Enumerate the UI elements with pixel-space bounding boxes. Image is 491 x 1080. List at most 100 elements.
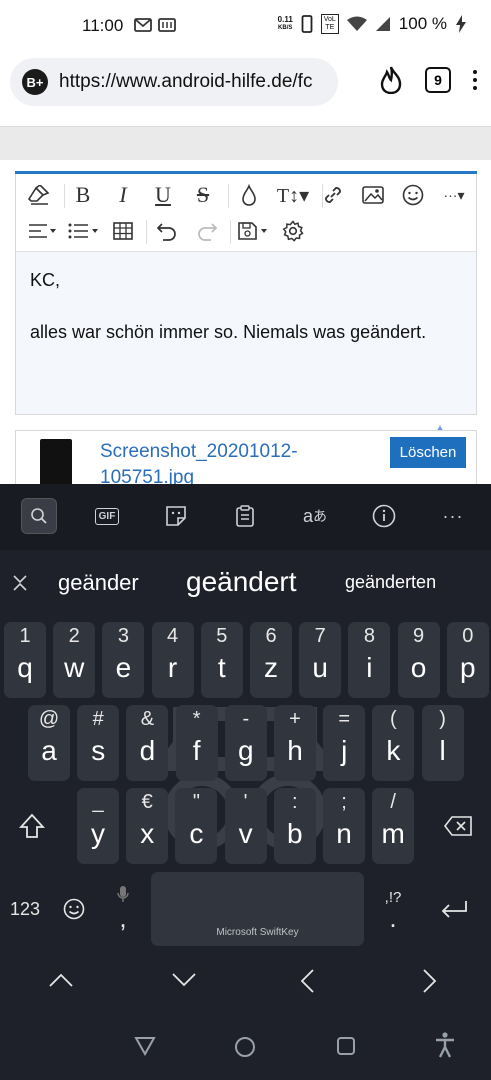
content-line: alles war schön immer so. Niemals was ge… [30, 322, 427, 342]
collapse-icon[interactable] [12, 574, 28, 592]
key-v[interactable]: ' v [224, 788, 267, 864]
editor-content[interactable]: KC, alles war schön immer so. Niemals wa… [16, 252, 476, 454]
suggestion-item[interactable]: geänderten [345, 572, 436, 593]
url-text[interactable]: https://www.android-hilfe.de/fc [59, 71, 312, 93]
key-n[interactable]: ; n [323, 788, 365, 864]
more-options-icon[interactable]: ···▾ [436, 180, 472, 210]
font-size-icon[interactable]: T↕▾ [270, 180, 316, 210]
shift-icon[interactable] [10, 788, 54, 864]
key-l[interactable]: ) l [421, 705, 464, 781]
charging-icon [456, 15, 466, 33]
key-b[interactable]: :b [273, 788, 316, 864]
browser-menu-icon[interactable] [473, 70, 477, 90]
key-y[interactable]: _ y [77, 788, 119, 864]
attachment-thumbnail[interactable] [40, 439, 72, 489]
key-h[interactable]: + h [274, 705, 316, 781]
accessibility-icon[interactable] [434, 1032, 456, 1058]
home-circle-icon[interactable] [234, 1036, 256, 1058]
redo-icon[interactable] [192, 216, 222, 246]
back-triangle-icon[interactable] [134, 1036, 156, 1056]
cursor-left-icon[interactable] [299, 968, 315, 994]
key-k[interactable]: (k [372, 705, 415, 781]
key-i[interactable]: 8i [348, 622, 391, 698]
save-draft-icon[interactable] [234, 216, 274, 246]
align-icon[interactable] [24, 216, 60, 246]
key-z[interactable]: 6z [250, 622, 292, 698]
key-m[interactable]: / m [372, 788, 415, 864]
key-d[interactable]: & d [126, 705, 169, 781]
url-bar[interactable]: B+ https://www.android-hilfe.de/fc [10, 58, 338, 106]
period-key[interactable]: ,!? . [372, 872, 414, 946]
text-color-icon[interactable] [234, 180, 264, 210]
cursor-down-icon[interactable] [171, 972, 197, 988]
attachment-filename[interactable]: Screenshot_20201012- 105751.jpg [100, 439, 330, 489]
signal-icon [375, 17, 390, 31]
key-label: o [410, 652, 427, 683]
key-g[interactable]: -g [224, 705, 267, 781]
key-a[interactable]: @ a [28, 705, 70, 781]
tab-switcher-button[interactable]: 9 [425, 67, 451, 93]
key-q[interactable]: 1q [4, 622, 46, 698]
key-hint: " [192, 791, 200, 813]
key-e[interactable]: 3e [102, 622, 145, 698]
emoji-key-icon[interactable] [54, 884, 94, 934]
bold-icon[interactable]: B [68, 180, 98, 210]
clear-format-icon[interactable] [24, 180, 54, 210]
recents-square-icon[interactable] [336, 1036, 356, 1056]
key-label: s [91, 735, 106, 766]
key-o[interactable]: 9o [397, 622, 440, 698]
key-j[interactable]: = j [323, 705, 366, 781]
link-icon[interactable] [318, 180, 348, 210]
rich-text-editor: B I U S T↕▾ ···▾ KC, alles war schön imm… [15, 171, 477, 454]
net-speed-value: 0.11 [277, 15, 293, 24]
space-bar[interactable]: Microsoft SwiftKey [151, 872, 364, 946]
clipboard-icon[interactable] [227, 498, 263, 534]
underline-icon[interactable]: U [148, 180, 178, 210]
numbers-key[interactable]: 123 [4, 884, 46, 934]
delete-attachment-button[interactable]: Löschen [390, 437, 466, 468]
key-hint: ; [341, 791, 347, 813]
info-icon[interactable] [366, 498, 402, 534]
cursor-up-icon[interactable] [48, 972, 74, 988]
browser-actions: 9 [379, 66, 477, 94]
key-w[interactable]: 2w [53, 622, 96, 698]
comma-key[interactable]: , [102, 872, 144, 946]
strikethrough-icon[interactable]: S [188, 180, 218, 210]
key-label: a [41, 735, 57, 766]
table-icon[interactable] [108, 216, 138, 246]
translate-icon[interactable]: aあ [297, 498, 333, 534]
undo-icon[interactable] [152, 216, 182, 246]
key-t[interactable]: 5t [200, 622, 243, 698]
italic-icon[interactable]: I [108, 180, 138, 210]
more-icon[interactable]: ··· [435, 498, 471, 534]
emoji-icon[interactable] [398, 180, 428, 210]
suggestion-item[interactable]: geändert [186, 566, 297, 598]
cursor-right-icon[interactable] [422, 968, 438, 994]
cursor-nav-row [0, 956, 491, 1008]
key-x[interactable]: € x [126, 788, 169, 864]
key-hint: 4 [167, 625, 179, 647]
key-label: p [460, 652, 476, 683]
suggestion-item[interactable]: geänder [58, 570, 139, 596]
key-c[interactable]: " c [175, 788, 218, 864]
backspace-icon[interactable] [436, 788, 480, 864]
sticker-icon[interactable] [158, 498, 194, 534]
gif-icon[interactable]: GIF [89, 498, 125, 534]
key-label: x [140, 818, 155, 849]
settings-gear-icon[interactable] [278, 216, 308, 246]
key-s[interactable]: # s [77, 705, 120, 781]
search-icon[interactable] [21, 498, 57, 534]
key-r[interactable]: 4r [151, 622, 194, 698]
flame-icon[interactable] [379, 66, 403, 94]
key-label: v [238, 818, 253, 849]
key-f[interactable]: * f [175, 705, 218, 781]
key-hint: 6 [265, 625, 277, 647]
key-label: l [439, 735, 446, 766]
key-p[interactable]: 0p [446, 622, 489, 698]
enter-icon[interactable] [432, 884, 476, 934]
page-header-band [0, 126, 491, 160]
key-u[interactable]: 7u [299, 622, 342, 698]
image-icon[interactable] [358, 180, 388, 210]
list-icon[interactable] [66, 216, 102, 246]
site-favicon: B+ [22, 69, 48, 95]
